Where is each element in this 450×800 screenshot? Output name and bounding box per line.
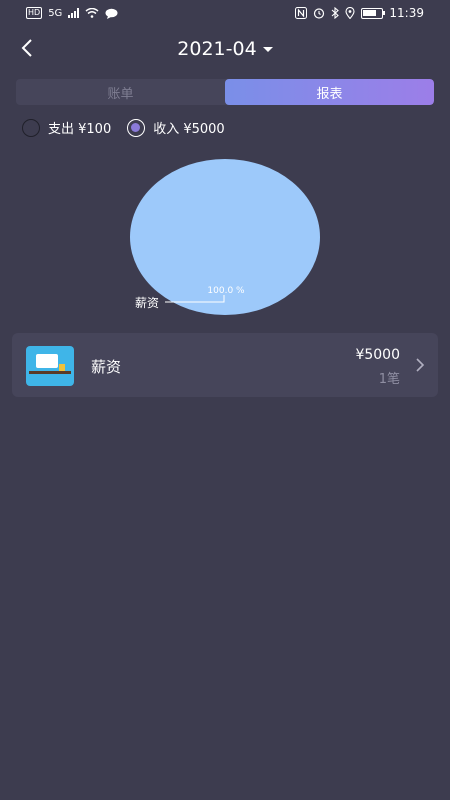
chevron-right-icon xyxy=(416,358,425,372)
location-icon xyxy=(345,7,355,19)
category-name: 薪资 xyxy=(91,358,122,376)
signal-icon xyxy=(68,8,80,18)
hd-badge: HD xyxy=(26,7,43,19)
category-count: 1笔 xyxy=(378,372,400,387)
caret-down-icon[interactable] xyxy=(262,47,273,52)
salary-category-icon xyxy=(26,346,74,386)
chat-icon xyxy=(105,8,118,19)
category-amount: ¥5000 xyxy=(355,347,400,363)
status-left: HD 5G xyxy=(26,7,118,19)
alarm-icon xyxy=(314,8,325,19)
nfc-icon xyxy=(295,7,308,19)
radio-income-label[interactable]: 收入 ¥5000 xyxy=(153,118,225,137)
radio-income[interactable]: 收入 ¥5000 xyxy=(127,118,225,137)
pie-slice-label: 薪资 xyxy=(135,296,159,310)
network-badge: 5G xyxy=(48,7,63,19)
tab-report[interactable]: 报表 xyxy=(225,79,434,105)
income-pie-chart: 100.0 % 薪资 xyxy=(130,159,320,315)
battery-icon xyxy=(361,7,386,19)
status-time: 11:39 xyxy=(389,6,424,20)
radio-income-circle[interactable] xyxy=(127,118,146,137)
type-radio-group: 支出 ¥100 收入 ¥5000 xyxy=(22,118,225,137)
tab-bill[interactable]: 账单 xyxy=(16,79,225,105)
status-right: 11:39 xyxy=(295,6,424,20)
radio-expense-circle[interactable] xyxy=(22,118,40,137)
radio-expense[interactable]: 支出 ¥100 xyxy=(22,118,111,137)
list-item[interactable]: 薪资 ¥5000 1笔 xyxy=(12,333,438,397)
month-label[interactable]: 2021-04 xyxy=(177,38,256,60)
pie-percent-label: 100.0 % xyxy=(207,286,245,296)
month-selector[interactable]: 2021-04 xyxy=(0,38,450,60)
radio-expense-label[interactable]: 支出 ¥100 xyxy=(48,118,111,137)
bluetooth-icon xyxy=(332,7,340,19)
wifi-icon xyxy=(85,8,99,18)
status-bar: HD 5G 11:39 xyxy=(0,0,450,28)
view-tabs: 账单 报表 xyxy=(16,79,434,105)
